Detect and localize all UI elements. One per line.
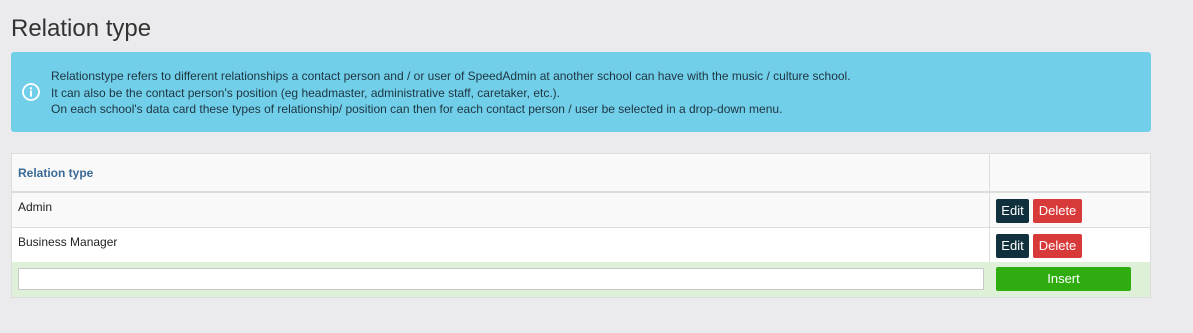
- info-line: It can also be the contact person's posi…: [51, 85, 561, 100]
- table-row: Admin Edit Delete: [12, 193, 1150, 228]
- delete-button[interactable]: Delete: [1033, 199, 1082, 223]
- table-header-row: Relation type: [12, 154, 1150, 193]
- info-line: Relationstype refers to different relati…: [51, 69, 851, 83]
- edit-button[interactable]: Edit: [996, 199, 1029, 223]
- column-header-relation-type[interactable]: Relation type: [18, 166, 93, 180]
- page-title: Relation type: [11, 15, 152, 42]
- column-divider: [989, 154, 990, 262]
- relation-type-name: Admin: [18, 200, 53, 214]
- info-text: Relationstype refers to different relati…: [51, 68, 851, 118]
- insert-row: Insert: [12, 262, 1150, 297]
- delete-button[interactable]: Delete: [1033, 234, 1082, 258]
- info-circle-icon: [21, 82, 41, 102]
- relation-type-name: Business Manager: [18, 235, 118, 249]
- table-row: Business Manager Edit Delete: [12, 228, 1150, 263]
- info-box: Relationstype refers to different relati…: [11, 52, 1151, 132]
- relation-type-table: Relation type Admin Edit Delete Business…: [11, 153, 1151, 298]
- new-relation-type-input[interactable]: [18, 268, 984, 290]
- info-line: On each school's data card these types o…: [51, 102, 783, 116]
- edit-button[interactable]: Edit: [996, 234, 1029, 258]
- insert-button[interactable]: Insert: [996, 267, 1131, 291]
